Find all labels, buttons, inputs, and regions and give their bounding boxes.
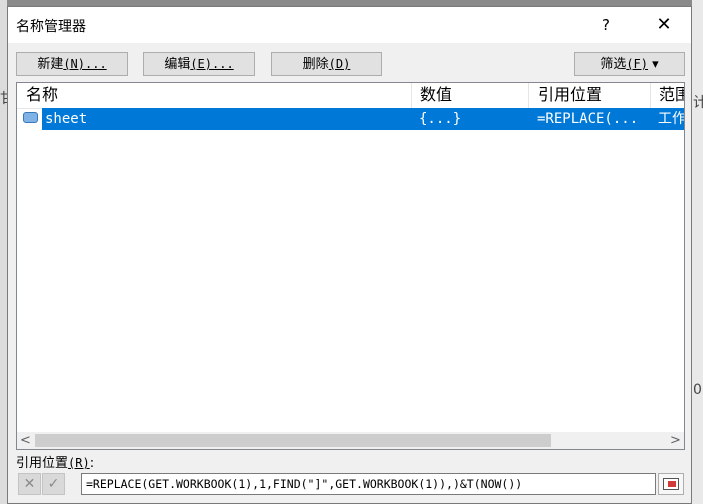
background-spreadsheet-left [0,0,7,504]
help-button[interactable]: ? [589,13,623,37]
new-button-shortcut: (N)... [63,57,107,71]
refers-to-label: 引用位置(R): [16,452,94,471]
edit-button[interactable]: 编辑(E)... [143,52,255,76]
background-text-right-2: 0 [693,382,702,398]
scrollbar-thumb[interactable] [35,434,551,447]
refers-to-shortcut: (R) [68,456,90,470]
row-name: sheet [45,111,88,127]
selected-row-highlight[interactable]: sheet {...} =REPLACE(... 工作簿 [42,108,684,130]
names-list[interactable]: 名称 数值 引用位置 范围 sheet {...} =REPLACE(... 工… [16,82,685,450]
column-header-name[interactable]: 名称 [17,84,411,106]
delete-button-shortcut: (D) [328,57,351,71]
new-button[interactable]: 新建(N)... [16,52,128,76]
filter-button-shortcut: (F) [626,57,649,71]
scroll-left-icon[interactable]: < [17,432,34,449]
confirm-edit-button[interactable]: ✓ [42,473,65,495]
row-scope: 工作簿 [658,111,685,127]
range-select-icon-marker [668,481,676,487]
dialog-title: 名称管理器 [16,19,86,35]
new-button-label: 新建 [37,57,64,72]
background-text-right: 计 [693,95,703,111]
close-button[interactable]: ✕ [644,13,684,37]
refers-to-input[interactable]: =REPLACE(GET.WORKBOOK(1),1,FIND("]",GET.… [81,473,656,495]
refers-to-colon: : [89,456,95,471]
filter-button[interactable]: 筛选(F) ▾ [574,52,685,76]
refers-to-label-text: 引用位置 [16,456,69,471]
checkmark-icon: ✓ [47,476,60,492]
collapse-dialog-button[interactable] [658,473,684,495]
delete-button[interactable]: 删除(D) [271,52,382,76]
scroll-right-icon[interactable]: > [667,432,684,449]
name-range-icon [23,112,38,123]
row-value: {...} [419,111,462,127]
edit-button-label: 编辑 [164,57,191,72]
name-manager-dialog: 名称管理器 ? ✕ 新建(N)... 编辑(E)... 删除(D) 筛选(F) … [7,6,692,504]
column-header-refers-to[interactable]: 引用位置 [529,84,650,106]
background-spreadsheet-right [692,0,703,504]
row-refers-to: =REPLACE(... [537,111,639,127]
cancel-edit-button[interactable]: ✕ [18,473,41,495]
delete-button-label: 删除 [302,57,329,72]
table-row[interactable]: sheet {...} =REPLACE(... 工作簿 [17,108,684,130]
list-header: 名称 数值 引用位置 范围 [17,83,684,109]
column-header-value[interactable]: 数值 [411,84,528,106]
close-icon: ✕ [23,476,36,492]
chevron-down-icon: ▾ [652,57,659,72]
title-bar[interactable]: 名称管理器 ? ✕ [8,7,691,43]
filter-button-label: 筛选 [600,57,627,72]
column-header-scope[interactable]: 范围 [650,84,684,106]
edit-button-shortcut: (E)... [190,57,234,71]
horizontal-scrollbar[interactable]: < > [17,432,684,449]
